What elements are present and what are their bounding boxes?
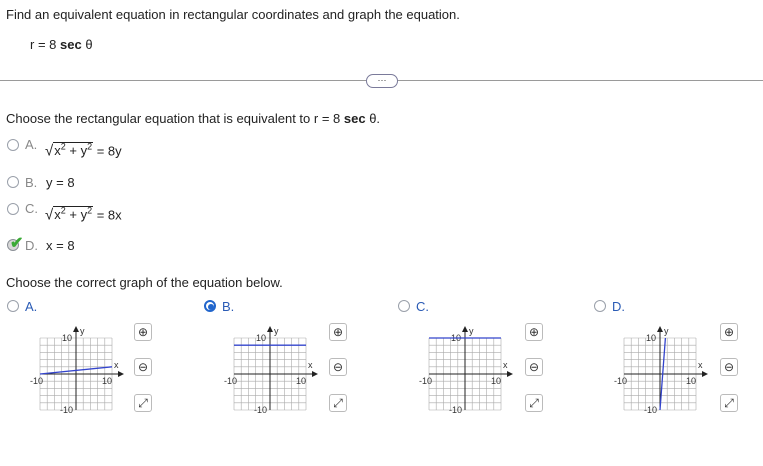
option-c-letter: C. (25, 201, 38, 216)
option-b-equation: y = 8 (46, 175, 75, 190)
graph-b[interactable]: y x 10 -10 -10 10 (222, 320, 322, 420)
x-axis-label: x (114, 360, 119, 370)
graph-a-svg: yx10-10-10 10 (30, 326, 124, 415)
graph-a-letter: A. (25, 299, 38, 314)
graph-d-letter: D. (612, 299, 625, 314)
given-sec: sec (60, 37, 82, 52)
tick-label-bottom: -10 (254, 405, 267, 415)
radio-graph-d[interactable] (594, 300, 606, 312)
option-d-letter: D. (25, 238, 38, 253)
y-axis-label: y (469, 326, 474, 336)
radio-graph-c[interactable] (398, 300, 410, 312)
x-arrow-icon (312, 371, 318, 377)
option-a-exp2: 2 (87, 142, 93, 152)
tick-label-right: 10 (686, 376, 696, 386)
expand-icon[interactable]: ⤢ (525, 394, 543, 412)
option-c-plus: + (65, 207, 81, 223)
expand-icon[interactable]: ⤢ (329, 394, 347, 412)
zoom-out-icon[interactable]: ⊖ (134, 358, 152, 376)
correct-check-icon: ✔ (10, 235, 24, 252)
part2-prompt: Choose the correct graph of the equation… (6, 275, 283, 290)
y-axis-label: y (274, 326, 279, 336)
zoom-out-icon[interactable]: ⊖ (720, 358, 738, 376)
x-axis-label: x (503, 360, 508, 370)
graph-c[interactable]: y x 10 -10 -10 10 (417, 320, 517, 420)
graph-b-letter: B. (222, 299, 235, 314)
tick-label-bottom: -10 (449, 405, 462, 415)
graph-c-svg: yx10-10-10 10 (419, 326, 513, 415)
option-a-letter: A. (25, 137, 38, 152)
question-text: Find an equivalent equation in rectangul… (6, 7, 460, 22)
zoom-out-icon[interactable]: ⊖ (329, 358, 347, 376)
tick-label-right: 10 (102, 376, 112, 386)
radio-option-c[interactable] (7, 203, 19, 215)
tick-label-top: 10 (646, 333, 656, 343)
zoom-out-icon[interactable]: ⊖ (525, 358, 543, 376)
option-a-equation: √x2 + y2 = 8y (45, 142, 122, 159)
graph-d-svg: yx10-10-10 10 (614, 326, 708, 415)
more-button[interactable]: ··· (366, 74, 398, 88)
tick-label-top: 10 (256, 333, 266, 343)
given-equation: r = 8 sec θ (30, 37, 93, 52)
part1-prompt-sec: sec (343, 111, 366, 126)
tick-label-top: 10 (62, 333, 72, 343)
expand-icon[interactable]: ⤢ (720, 394, 738, 412)
zoom-in-icon[interactable]: ⊕ (720, 323, 738, 341)
graph-a[interactable]: y x 10 -10 -10 10 (28, 320, 128, 420)
given-lhs: r = 8 (30, 37, 60, 52)
zoom-in-icon[interactable]: ⊕ (134, 323, 152, 341)
graph-c-letter: C. (416, 299, 429, 314)
y-axis-label: y (664, 326, 669, 336)
expand-icon[interactable]: ⤢ (134, 394, 152, 412)
tick-label-right: 10 (491, 376, 501, 386)
part1-prompt: Choose the rectangular equation that is … (6, 111, 380, 126)
option-a-plus: + (65, 143, 81, 159)
tick-label-bottom: -10 (644, 405, 657, 415)
y-arrow-icon (462, 326, 468, 332)
zoom-in-icon[interactable]: ⊕ (525, 323, 543, 341)
y-arrow-icon (267, 326, 273, 332)
x-arrow-icon (118, 371, 124, 377)
graph-d[interactable]: y x 10 -10 -10 10 (612, 320, 712, 420)
x-arrow-icon (702, 371, 708, 377)
tick-label-right: 10 (296, 376, 306, 386)
option-d-equation: x = 8 (46, 238, 75, 253)
radio-graph-a[interactable] (7, 300, 19, 312)
tick-label-left: -10 (614, 376, 627, 386)
option-b-letter: B. (25, 175, 38, 190)
sqrt-icon: √ (45, 142, 54, 160)
given-theta: θ (81, 37, 93, 52)
zoom-in-icon[interactable]: ⊕ (329, 323, 347, 341)
part1-prompt-prefix: Choose the rectangular equation that is … (6, 111, 344, 126)
radio-graph-b[interactable] (204, 300, 216, 312)
option-c-rhs: = 8x (93, 207, 122, 223)
x-axis-label: x (308, 360, 313, 370)
option-c-exp2: 2 (87, 206, 93, 216)
radio-option-a[interactable] (7, 139, 19, 151)
tick-label-left: -10 (419, 376, 432, 386)
option-a-rhs: = 8y (93, 143, 122, 159)
tick-label-bottom: -10 (60, 405, 73, 415)
part1-prompt-suffix: θ. (365, 111, 381, 126)
tick-label-left: -10 (224, 376, 237, 386)
y-arrow-icon (73, 326, 79, 332)
sqrt-icon: √ (45, 206, 54, 224)
x-axis-label: x (698, 360, 703, 370)
graph-b-svg: yx10-10-10 10 (224, 326, 318, 415)
y-arrow-icon (657, 326, 663, 332)
y-axis-label: y (80, 326, 85, 336)
x-arrow-icon (507, 371, 513, 377)
radio-option-b[interactable] (7, 176, 19, 188)
option-c-equation: √x2 + y2 = 8x (45, 206, 122, 223)
tick-label-left: -10 (30, 376, 43, 386)
